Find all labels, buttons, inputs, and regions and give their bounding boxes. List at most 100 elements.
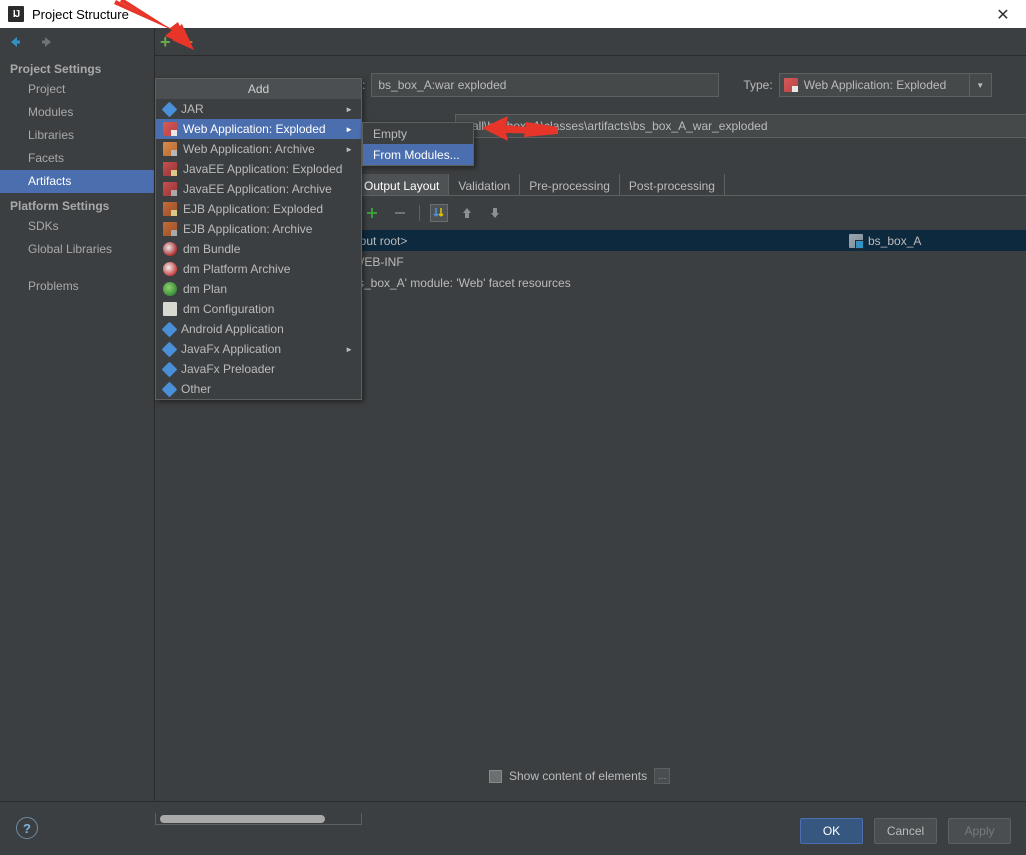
add-artifact-icon[interactable]: + <box>160 33 171 51</box>
show-content-label: Show content of elements <box>509 769 648 783</box>
javafx-preloader-icon <box>161 361 178 377</box>
tree-row-label: 'bs_box_A' module: 'Web' facet resources <box>349 275 571 290</box>
chevron-right-icon: ► <box>345 344 353 354</box>
help-button[interactable]: ? <box>16 817 38 839</box>
javafx-application-icon <box>161 341 178 357</box>
output-directory-input[interactable]: mall\bs_box_A\classes\artifacts\bs_box_A… <box>455 114 1026 138</box>
menu-item-javaee-application-archive[interactable]: JavaEE Application: Archive <box>156 179 361 199</box>
app-icon: IJ <box>8 6 24 22</box>
sidebar-item-project[interactable]: Project <box>0 78 154 101</box>
sidebar-item-facets[interactable]: Facets <box>0 147 154 170</box>
javaee-archive-icon <box>163 182 177 196</box>
web-archive-icon <box>163 142 177 156</box>
type-label: Type: <box>743 78 773 92</box>
chevron-down-icon[interactable]: ▼ <box>968 74 991 96</box>
tree-row[interactable]: bs_box_A <box>825 230 1026 251</box>
sidebar: Project Settings Project Modules Librari… <box>0 28 155 801</box>
window-title: Project Structure <box>32 6 129 22</box>
tab-post-processing[interactable]: Post-processing <box>620 174 725 196</box>
dm-platform-archive-icon <box>163 262 177 276</box>
show-content-options-icon[interactable]: … <box>654 768 671 784</box>
menu-item-other[interactable]: Other <box>156 379 361 399</box>
menu-item-web-application-archive[interactable]: Web Application: Archive ► <box>156 139 361 159</box>
submenu-item-from-modules[interactable]: From Modules... <box>363 144 473 165</box>
cancel-button[interactable]: Cancel <box>874 818 937 844</box>
other-icon <box>161 381 178 397</box>
menu-item-javafx-application[interactable]: JavaFx Application ► <box>156 339 361 359</box>
sidebar-item-modules[interactable]: Modules <box>0 101 154 124</box>
chevron-right-icon: ► <box>345 124 353 134</box>
dialog-body: Project Settings Project Modules Librari… <box>0 28 1026 825</box>
sidebar-group-platform-settings: Platform Settings SDKs Global Libraries <box>0 193 154 261</box>
remove-icon[interactable] <box>391 204 409 222</box>
javaee-exploded-icon <box>163 162 177 176</box>
menu-item-dm-bundle[interactable]: dm Bundle <box>156 239 361 259</box>
move-up-icon[interactable] <box>458 204 476 222</box>
add-artifact-menu: Add JAR ► Web Application: Exploded ► We… <box>155 78 362 400</box>
sidebar-item-artifacts[interactable]: Artifacts <box>0 170 154 193</box>
web-exploded-submenu: Empty From Modules... <box>362 122 474 166</box>
tree-row[interactable]: output root> <box>310 230 825 251</box>
add-menu-title: Add <box>156 79 361 99</box>
menu-item-ejb-application-exploded[interactable]: EJB Application: Exploded <box>156 199 361 219</box>
sidebar-group-label: Project Settings <box>10 62 102 76</box>
ok-button[interactable]: OK <box>800 818 863 844</box>
submenu-item-empty[interactable]: Empty <box>363 123 473 144</box>
show-content-checkbox[interactable] <box>489 769 502 783</box>
sidebar-item-global-libraries[interactable]: Global Libraries <box>0 238 154 261</box>
close-icon[interactable]: ✕ <box>980 0 1026 28</box>
sort-icon[interactable] <box>430 204 448 222</box>
back-arrow-icon[interactable] <box>6 33 24 51</box>
sidebar-item-sdks[interactable]: SDKs <box>0 215 154 238</box>
module-icon <box>849 233 864 249</box>
dialog-footer: ? OK Cancel Apply <box>0 801 1026 855</box>
menu-item-label: JavaEE Application: Exploded <box>183 162 343 176</box>
tree-row[interactable]: 'bs_box_A' module: 'Web' facet resources <box>310 272 825 293</box>
chevron-right-icon: ► <box>345 144 353 154</box>
sidebar-item-libraries[interactable]: Libraries <box>0 124 154 147</box>
tree-row[interactable]: WEB-INF <box>310 251 825 272</box>
sidebar-nav <box>0 28 154 56</box>
tab-pre-processing[interactable]: Pre-processing <box>520 174 620 196</box>
artifact-type-select[interactable]: Web Application: Exploded ▼ <box>778 73 992 97</box>
menu-item-label: Android Application <box>181 322 284 336</box>
menu-item-label: dm Configuration <box>183 302 275 316</box>
menu-item-label: JavaFx Preloader <box>181 362 276 376</box>
android-application-icon <box>161 321 178 337</box>
menu-item-javaee-application-exploded[interactable]: JavaEE Application: Exploded <box>156 159 361 179</box>
artifact-tabs: Output Layout Validation Pre-processing … <box>355 174 725 196</box>
forward-arrow-icon[interactable] <box>38 33 56 51</box>
menu-item-jar[interactable]: JAR ► <box>156 99 361 119</box>
sidebar-group-label: Platform Settings <box>10 199 110 213</box>
sidebar-item-problems[interactable]: Problems <box>0 275 154 298</box>
menu-item-ejb-application-archive[interactable]: EJB Application: Archive <box>156 219 361 239</box>
menu-item-dm-plan[interactable]: dm Plan <box>156 279 361 299</box>
menu-item-dm-platform-archive[interactable]: dm Platform Archive <box>156 259 361 279</box>
menu-item-javafx-preloader[interactable]: JavaFx Preloader <box>156 359 361 379</box>
menu-item-dm-configuration[interactable]: dm Configuration <box>156 299 361 319</box>
toolbar-divider <box>419 205 420 221</box>
artifact-name-input[interactable]: bs_box_A:war exploded <box>371 73 720 97</box>
ejb-archive-icon <box>163 222 177 236</box>
chevron-right-icon: ► <box>345 104 353 114</box>
menu-item-label: dm Platform Archive <box>183 262 291 276</box>
output-layout-tree[interactable]: output root> WEB-INF 'bs_box_A' module: … <box>310 230 825 749</box>
menu-item-android-application[interactable]: Android Application <box>156 319 361 339</box>
web-exploded-icon <box>783 78 798 92</box>
artifacts-toolbar: + − <box>155 28 1026 56</box>
move-down-icon[interactable] <box>486 204 504 222</box>
remove-artifact-icon[interactable]: − <box>183 33 194 51</box>
add-icon[interactable] <box>363 204 381 222</box>
menu-item-label: dm Bundle <box>183 242 241 256</box>
tab-validation[interactable]: Validation <box>449 174 521 196</box>
menu-item-label: JavaFx Application <box>181 342 282 356</box>
add-menu-scrollbar-thumb[interactable] <box>160 815 325 823</box>
menu-item-web-application-exploded[interactable]: Web Application: Exploded ► <box>156 119 361 139</box>
menu-item-label: EJB Application: Exploded <box>183 202 324 216</box>
artifact-name-row: Name: bs_box_A:war exploded Type: Web Ap… <box>330 73 1026 97</box>
jar-icon <box>161 101 178 117</box>
tab-output-layout[interactable]: Output Layout <box>355 174 450 196</box>
apply-button: Apply <box>948 818 1011 844</box>
tabs-divider <box>310 195 1026 196</box>
available-elements-tree[interactable]: bs_box_A <box>825 230 1026 749</box>
